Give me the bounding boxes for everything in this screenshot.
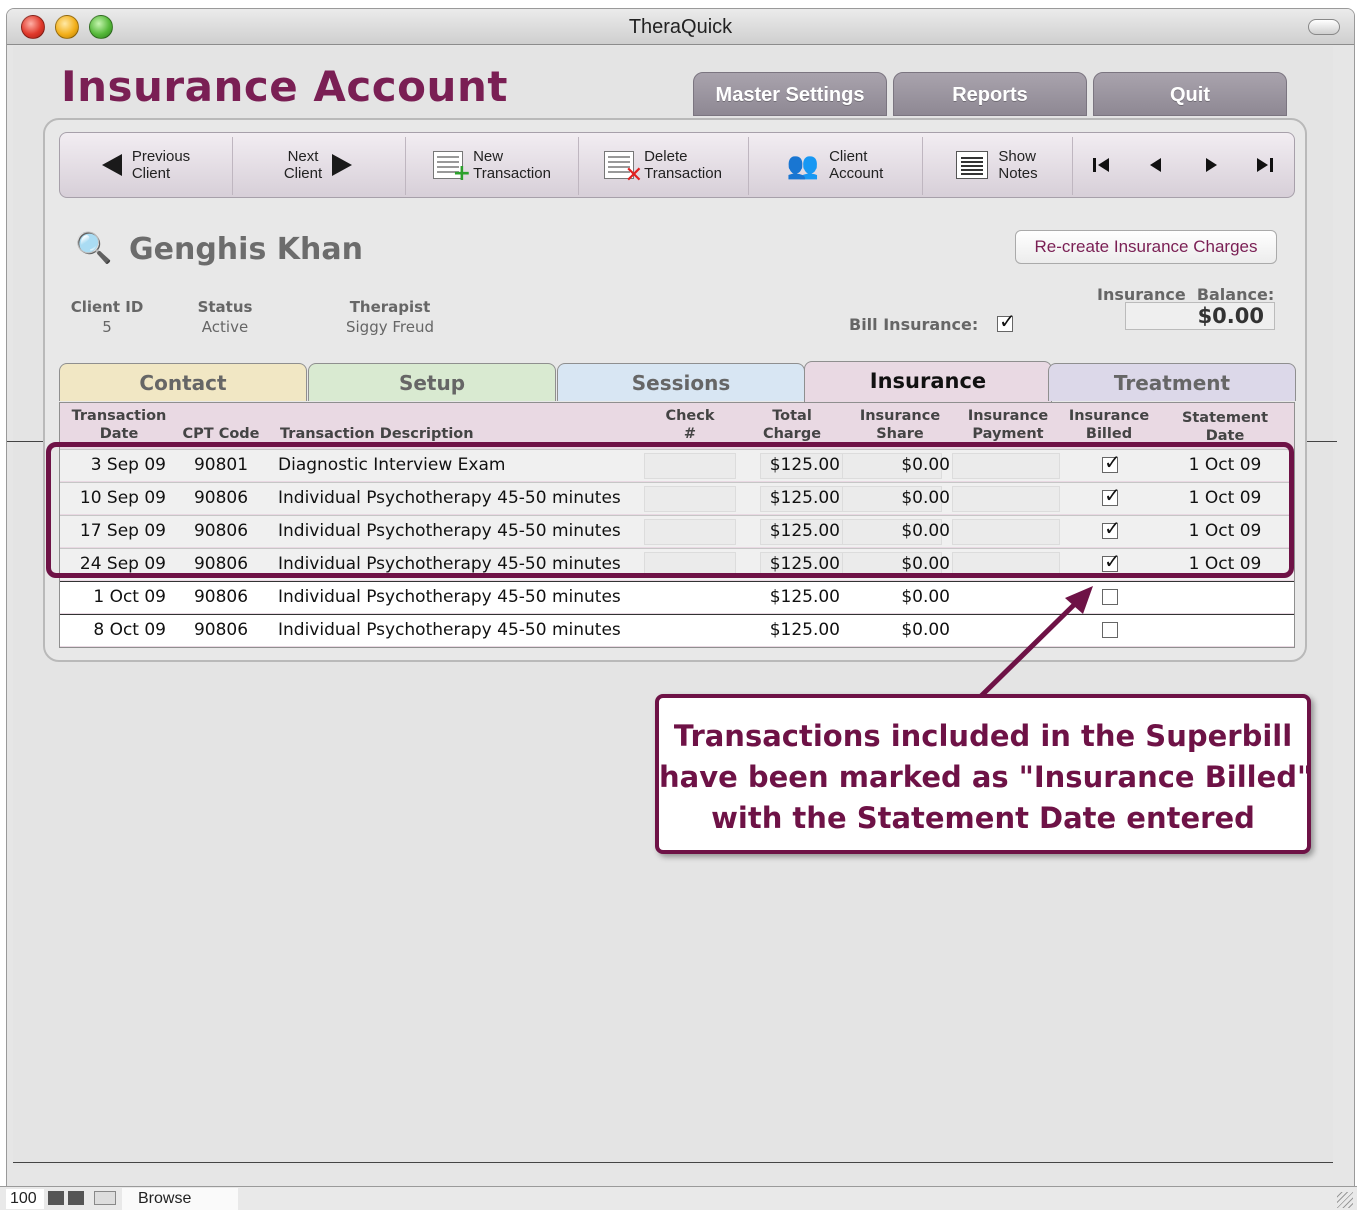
callout-line-1: Transactions included in the Superbill: [673, 719, 1293, 753]
mode-indicator[interactable]: Browse: [122, 1188, 238, 1210]
title-bar: TheraQuick: [7, 9, 1354, 45]
zoom-out-icon[interactable]: [48, 1191, 64, 1205]
app-window: TheraQuick Insurance Account Master Sett…: [6, 8, 1355, 1210]
layout-content: Insurance Account Master Settings Report…: [7, 46, 1337, 1166]
callout-line-3: with the Statement Date entered: [711, 801, 1255, 835]
window-title: TheraQuick: [628, 16, 733, 38]
resize-grip-icon[interactable]: [1337, 1192, 1353, 1208]
toolbar-toggle-button[interactable]: [1308, 19, 1340, 35]
callout-line-2: have been marked as "Insurance Billed": [659, 760, 1313, 794]
callout-arrow: [977, 586, 1093, 700]
annotation-callout: Transactions included in the Superbill h…: [655, 694, 1313, 854]
layout-bottom-line: [13, 1162, 1333, 1163]
status-bar: 100 Browse: [0, 1186, 1357, 1210]
zoom-level[interactable]: 100: [6, 1189, 44, 1209]
zoom-in-icon[interactable]: [68, 1191, 84, 1205]
status-area-toggle-icon[interactable]: [94, 1191, 116, 1205]
